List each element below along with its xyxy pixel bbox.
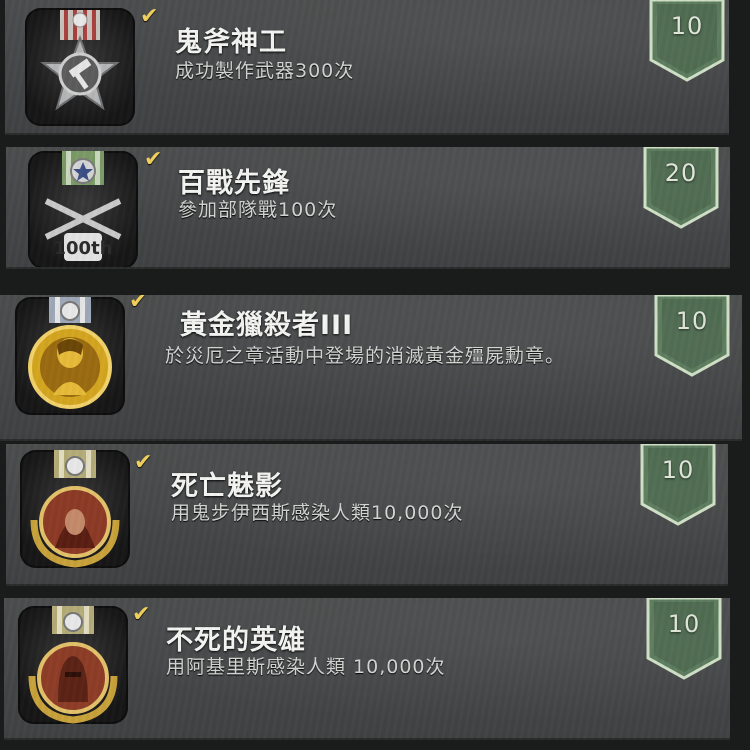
points-badge: 10 xyxy=(646,598,722,680)
row-divider xyxy=(5,133,729,135)
row-divider xyxy=(6,584,728,586)
achievement-description: 成功製作武器300次 xyxy=(175,60,355,82)
achievement-title: 不死的英雄 xyxy=(166,625,306,656)
achievement-row[interactable]: 100th ✔ 百戰先鋒 參加部隊戰100次 20 xyxy=(6,147,730,269)
completed-check-icon: ✔ xyxy=(140,4,159,29)
points-value: 10 xyxy=(667,610,701,638)
achievement-title: 黃金獵殺者III xyxy=(180,310,354,341)
completed-check-icon: ✔ xyxy=(134,450,153,475)
achievement-row[interactable]: ✔ 黃金獵殺者III 於災厄之章活動中登場的消滅黃金殭屍勳章。 10 xyxy=(0,295,742,441)
achievement-row[interactable]: ✔ 鬼斧神工 成功製作武器300次 10 xyxy=(5,0,729,135)
hammer-star-medal-icon xyxy=(25,8,135,126)
points-value: 10 xyxy=(670,12,704,40)
golden-zombie-medal-icon xyxy=(15,297,125,415)
helmeted-hero-laurel-medal-icon xyxy=(18,606,128,724)
achievement-title: 死亡魅影 xyxy=(171,471,283,502)
points-value: 10 xyxy=(661,456,695,484)
points-value: 10 xyxy=(675,307,709,335)
completed-check-icon: ✔ xyxy=(129,295,148,314)
achievement-list: ✔ 鬼斧神工 成功製作武器300次 10 100th ✔ 百戰先鋒 參加部隊戰1… xyxy=(0,0,750,750)
points-badge: 20 xyxy=(643,147,719,229)
row-divider xyxy=(0,439,742,441)
achievement-title: 百戰先鋒 xyxy=(178,168,290,199)
completed-check-icon: ✔ xyxy=(132,602,151,627)
hooded-figure-laurel-medal-icon xyxy=(20,450,130,568)
row-divider xyxy=(6,267,730,269)
achievement-description: 於災厄之章活動中登場的消滅黃金殭屍勳章。 xyxy=(165,345,566,367)
achievement-description: 參加部隊戰100次 xyxy=(178,199,338,221)
medal-caption: 100th xyxy=(54,238,113,259)
row-divider xyxy=(4,738,730,740)
achievement-row[interactable]: ✔ 不死的英雄 用阿基里斯感染人類 10,000次 10 xyxy=(4,598,730,740)
achievement-description: 用鬼步伊西斯感染人類10,000次 xyxy=(171,502,464,524)
crossed-rifles-100th-medal-icon: 100th xyxy=(28,151,138,269)
points-badge: 10 xyxy=(649,0,725,82)
completed-check-icon: ✔ xyxy=(144,147,163,172)
achievement-row[interactable]: ✔ 死亡魅影 用鬼步伊西斯感染人類10,000次 10 xyxy=(6,444,728,586)
achievement-description: 用阿基里斯感染人類 10,000次 xyxy=(166,656,446,678)
points-badge: 10 xyxy=(654,295,730,377)
points-badge: 10 xyxy=(640,444,716,526)
points-value: 20 xyxy=(664,159,698,187)
achievement-title: 鬼斧神工 xyxy=(175,27,287,58)
